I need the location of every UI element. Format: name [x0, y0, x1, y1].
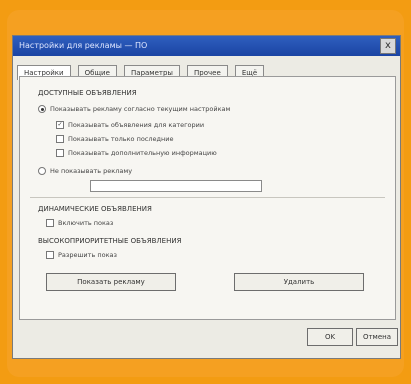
ok-button[interactable]: OK [307, 328, 353, 346]
close-button[interactable]: x [380, 38, 396, 54]
option-sub3-label: Показывать дополнительную информацию [68, 149, 217, 157]
photo-frame: Настройки для рекламы — ПО x Настройки О… [7, 10, 404, 377]
settings-dialog: Настройки для рекламы — ПО x Настройки О… [13, 36, 400, 358]
alt-input-field[interactable] [90, 180, 262, 192]
check-high[interactable] [46, 251, 54, 259]
group-title-high: ВЫСОКОПРИОРИТЕТНЫЕ ОБЪЯВЛЕНИЯ [38, 237, 182, 245]
group-title-available: ДОСТУПНЫЕ ОБЪЯВЛЕНИЯ [38, 89, 137, 97]
cancel-button[interactable]: Отмена [356, 328, 398, 346]
option-sub2-label: Показывать только последние [68, 135, 174, 143]
check-sub2[interactable] [56, 135, 64, 143]
settings-panel: ДОСТУПНЫЕ ОБЪЯВЛЕНИЯ Показывать рекламу … [19, 76, 396, 320]
show-ads-button[interactable]: Показать рекламу [46, 273, 176, 291]
delete-button[interactable]: Удалить [234, 273, 364, 291]
option-main-label: Показывать рекламу согласно текущим наст… [50, 105, 231, 113]
option-dyn-label: Включить показ [58, 219, 114, 227]
option-alt[interactable]: Не показывать рекламу [38, 167, 132, 175]
option-alt-label: Не показывать рекламу [50, 167, 133, 175]
check-dyn[interactable] [46, 219, 54, 227]
group-title-dynamic: ДИНАМИЧЕСКИЕ ОБЪЯВЛЕНИЯ [38, 205, 152, 213]
option-sub2[interactable]: Показывать только последние [56, 135, 174, 143]
radio-main[interactable] [38, 105, 46, 113]
tab-strip: Настройки Общие Параметры Прочее Ещё [17, 60, 396, 80]
option-main[interactable]: Показывать рекламу согласно текущим наст… [38, 105, 230, 113]
option-sub3[interactable]: Показывать дополнительную информацию [56, 149, 217, 157]
radio-alt[interactable] [38, 167, 46, 175]
option-high-label: Разрешить показ [58, 251, 117, 259]
option-dyn[interactable]: Включить показ [46, 219, 113, 227]
dialog-title: Настройки для рекламы — ПО [19, 41, 148, 50]
option-high[interactable]: Разрешить показ [46, 251, 117, 259]
check-sub1[interactable]: ✓ [56, 121, 64, 129]
check-sub3[interactable] [56, 149, 64, 157]
option-sub1-label: Показывать объявления для категории [68, 121, 205, 129]
dialog-titlebar: Настройки для рекламы — ПО x [13, 36, 400, 56]
option-sub1[interactable]: ✓ Показывать объявления для категории [56, 121, 204, 129]
separator-1 [30, 197, 385, 198]
